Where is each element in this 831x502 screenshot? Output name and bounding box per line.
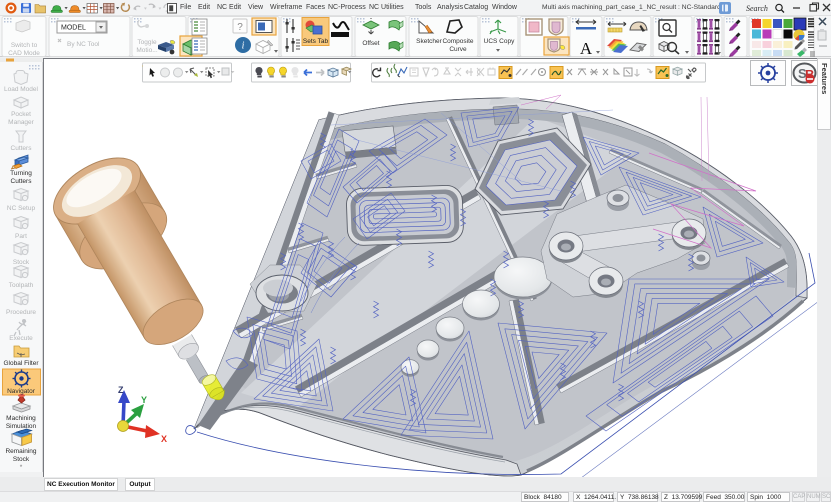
svg-text:MODEL: MODEL bbox=[61, 25, 86, 32]
svg-text:Navigator: Navigator bbox=[7, 388, 36, 395]
svg-text:Simulation: Simulation bbox=[6, 423, 37, 430]
svg-text:Execute: Execute bbox=[9, 335, 33, 342]
svg-text:Switch to: Switch to bbox=[11, 42, 38, 49]
svg-text:Stock: Stock bbox=[13, 456, 30, 463]
svg-text:Composite: Composite bbox=[442, 38, 473, 45]
svg-text:Load Model: Load Model bbox=[4, 86, 39, 93]
svg-text:Sets Tab: Sets Tab bbox=[303, 38, 329, 45]
svg-text:Cutters: Cutters bbox=[11, 145, 33, 152]
svg-text:UCS Copy: UCS Copy bbox=[484, 38, 515, 45]
svg-text:Curve: Curve bbox=[449, 46, 467, 53]
svg-text:Global Filter: Global Filter bbox=[3, 360, 39, 367]
svg-text:Turning: Turning bbox=[10, 170, 32, 177]
svg-text:NC Setup: NC Setup bbox=[7, 205, 36, 212]
svg-text:Stock: Stock bbox=[13, 259, 30, 266]
svg-text:CAD Mode: CAD Mode bbox=[8, 50, 40, 57]
svg-text:Sketcher: Sketcher bbox=[416, 38, 442, 45]
svg-text:Offset: Offset bbox=[362, 40, 379, 47]
svg-text:By NC Tool: By NC Tool bbox=[67, 41, 100, 48]
svg-text:X: X bbox=[161, 434, 167, 444]
svg-text:Y: Y bbox=[141, 395, 147, 405]
svg-text:Procedure: Procedure bbox=[6, 309, 36, 316]
svg-text:Search: Search bbox=[746, 4, 768, 13]
svg-text:?: ? bbox=[237, 22, 243, 33]
svg-text:Machining: Machining bbox=[6, 415, 36, 422]
svg-text:Z: Z bbox=[118, 385, 124, 395]
svg-text:Manager: Manager bbox=[8, 119, 34, 126]
svg-text:Cutters: Cutters bbox=[11, 178, 33, 185]
svg-text:Toolpath: Toolpath bbox=[9, 282, 34, 289]
svg-text:i: i bbox=[242, 41, 245, 52]
svg-text:Remaining: Remaining bbox=[5, 448, 36, 455]
svg-text:Motio...: Motio... bbox=[136, 47, 158, 54]
svg-text:Part: Part bbox=[15, 233, 27, 240]
svg-text:Pocket: Pocket bbox=[11, 111, 31, 118]
svg-text:Toggle: Toggle bbox=[137, 39, 157, 46]
svg-text:A: A bbox=[580, 39, 593, 57]
svg-text:*: * bbox=[20, 464, 23, 471]
